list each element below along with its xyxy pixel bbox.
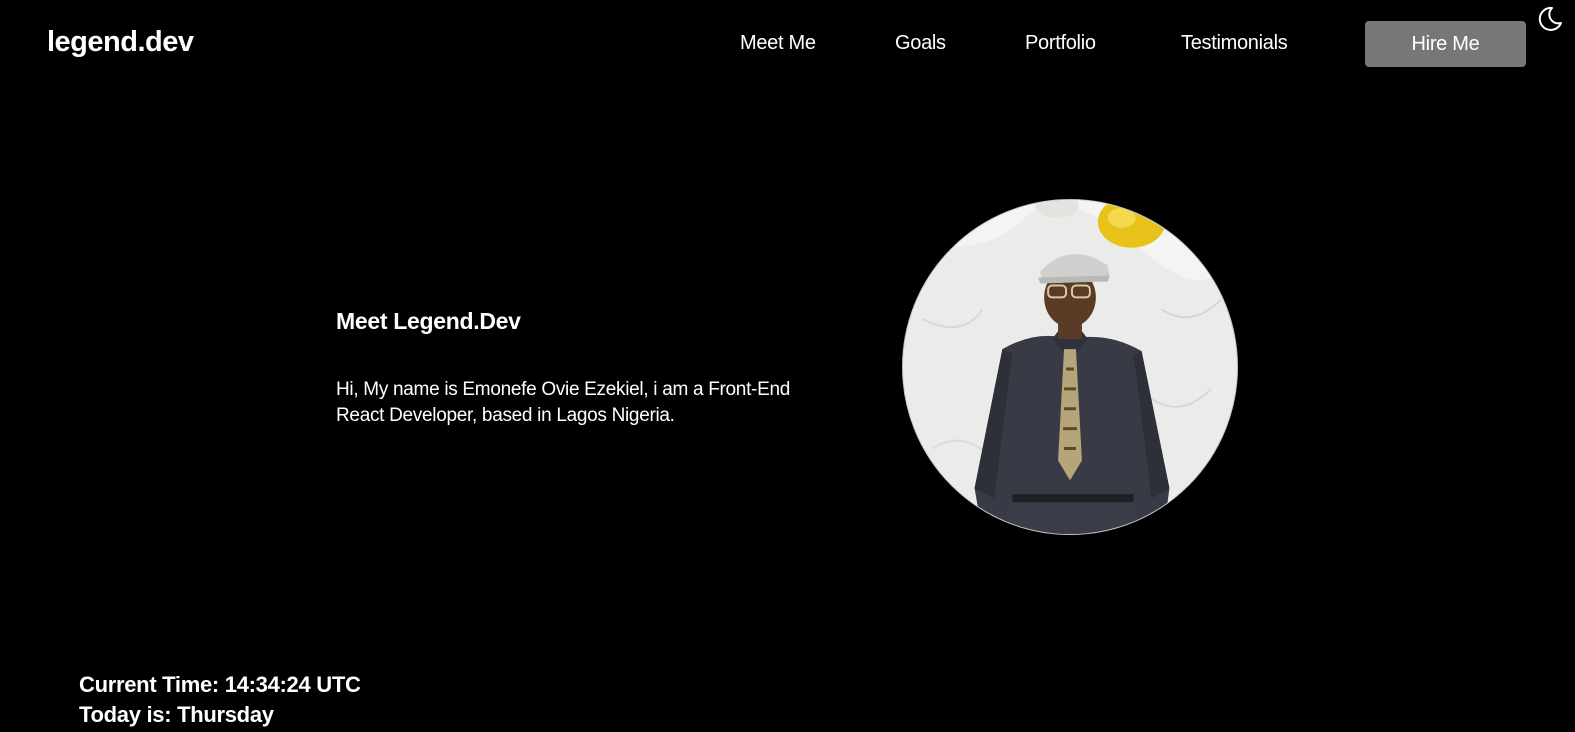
page: legend.dev Meet Me Goals Portfolio Testi…	[0, 0, 1575, 732]
current-day-value: Thursday	[177, 702, 274, 727]
hero-description: Hi, My name is Emonefe Ovie Ezekiel, i a…	[336, 379, 790, 426]
nav-link-testimonials[interactable]: Testimonials	[1181, 32, 1288, 55]
nav-link-meet-me[interactable]: Meet Me	[740, 32, 816, 55]
hero-title: Meet Legend.Dev	[336, 308, 521, 334]
nav-link-goals[interactable]: Goals	[895, 32, 946, 55]
navbar: legend.dev Meet Me Goals Portfolio Testi…	[0, 0, 1575, 90]
profile-photo	[902, 199, 1238, 535]
hire-me-button[interactable]: Hire Me	[1365, 21, 1526, 67]
current-time-value: 14:34:24 UTC	[224, 672, 361, 697]
current-time-label: Current Time:	[79, 672, 225, 697]
moon-icon	[1538, 6, 1562, 31]
profile-photo-illustration	[903, 200, 1237, 534]
theme-toggle-button[interactable]	[1535, 4, 1565, 34]
current-day: Today is: Thursday	[79, 702, 274, 728]
site-logo[interactable]: legend.dev	[47, 26, 194, 59]
current-time: Current Time: 14:34:24 UTC	[79, 672, 361, 698]
current-day-label: Today is:	[79, 702, 178, 727]
nav-link-portfolio[interactable]: Portfolio	[1025, 32, 1096, 55]
